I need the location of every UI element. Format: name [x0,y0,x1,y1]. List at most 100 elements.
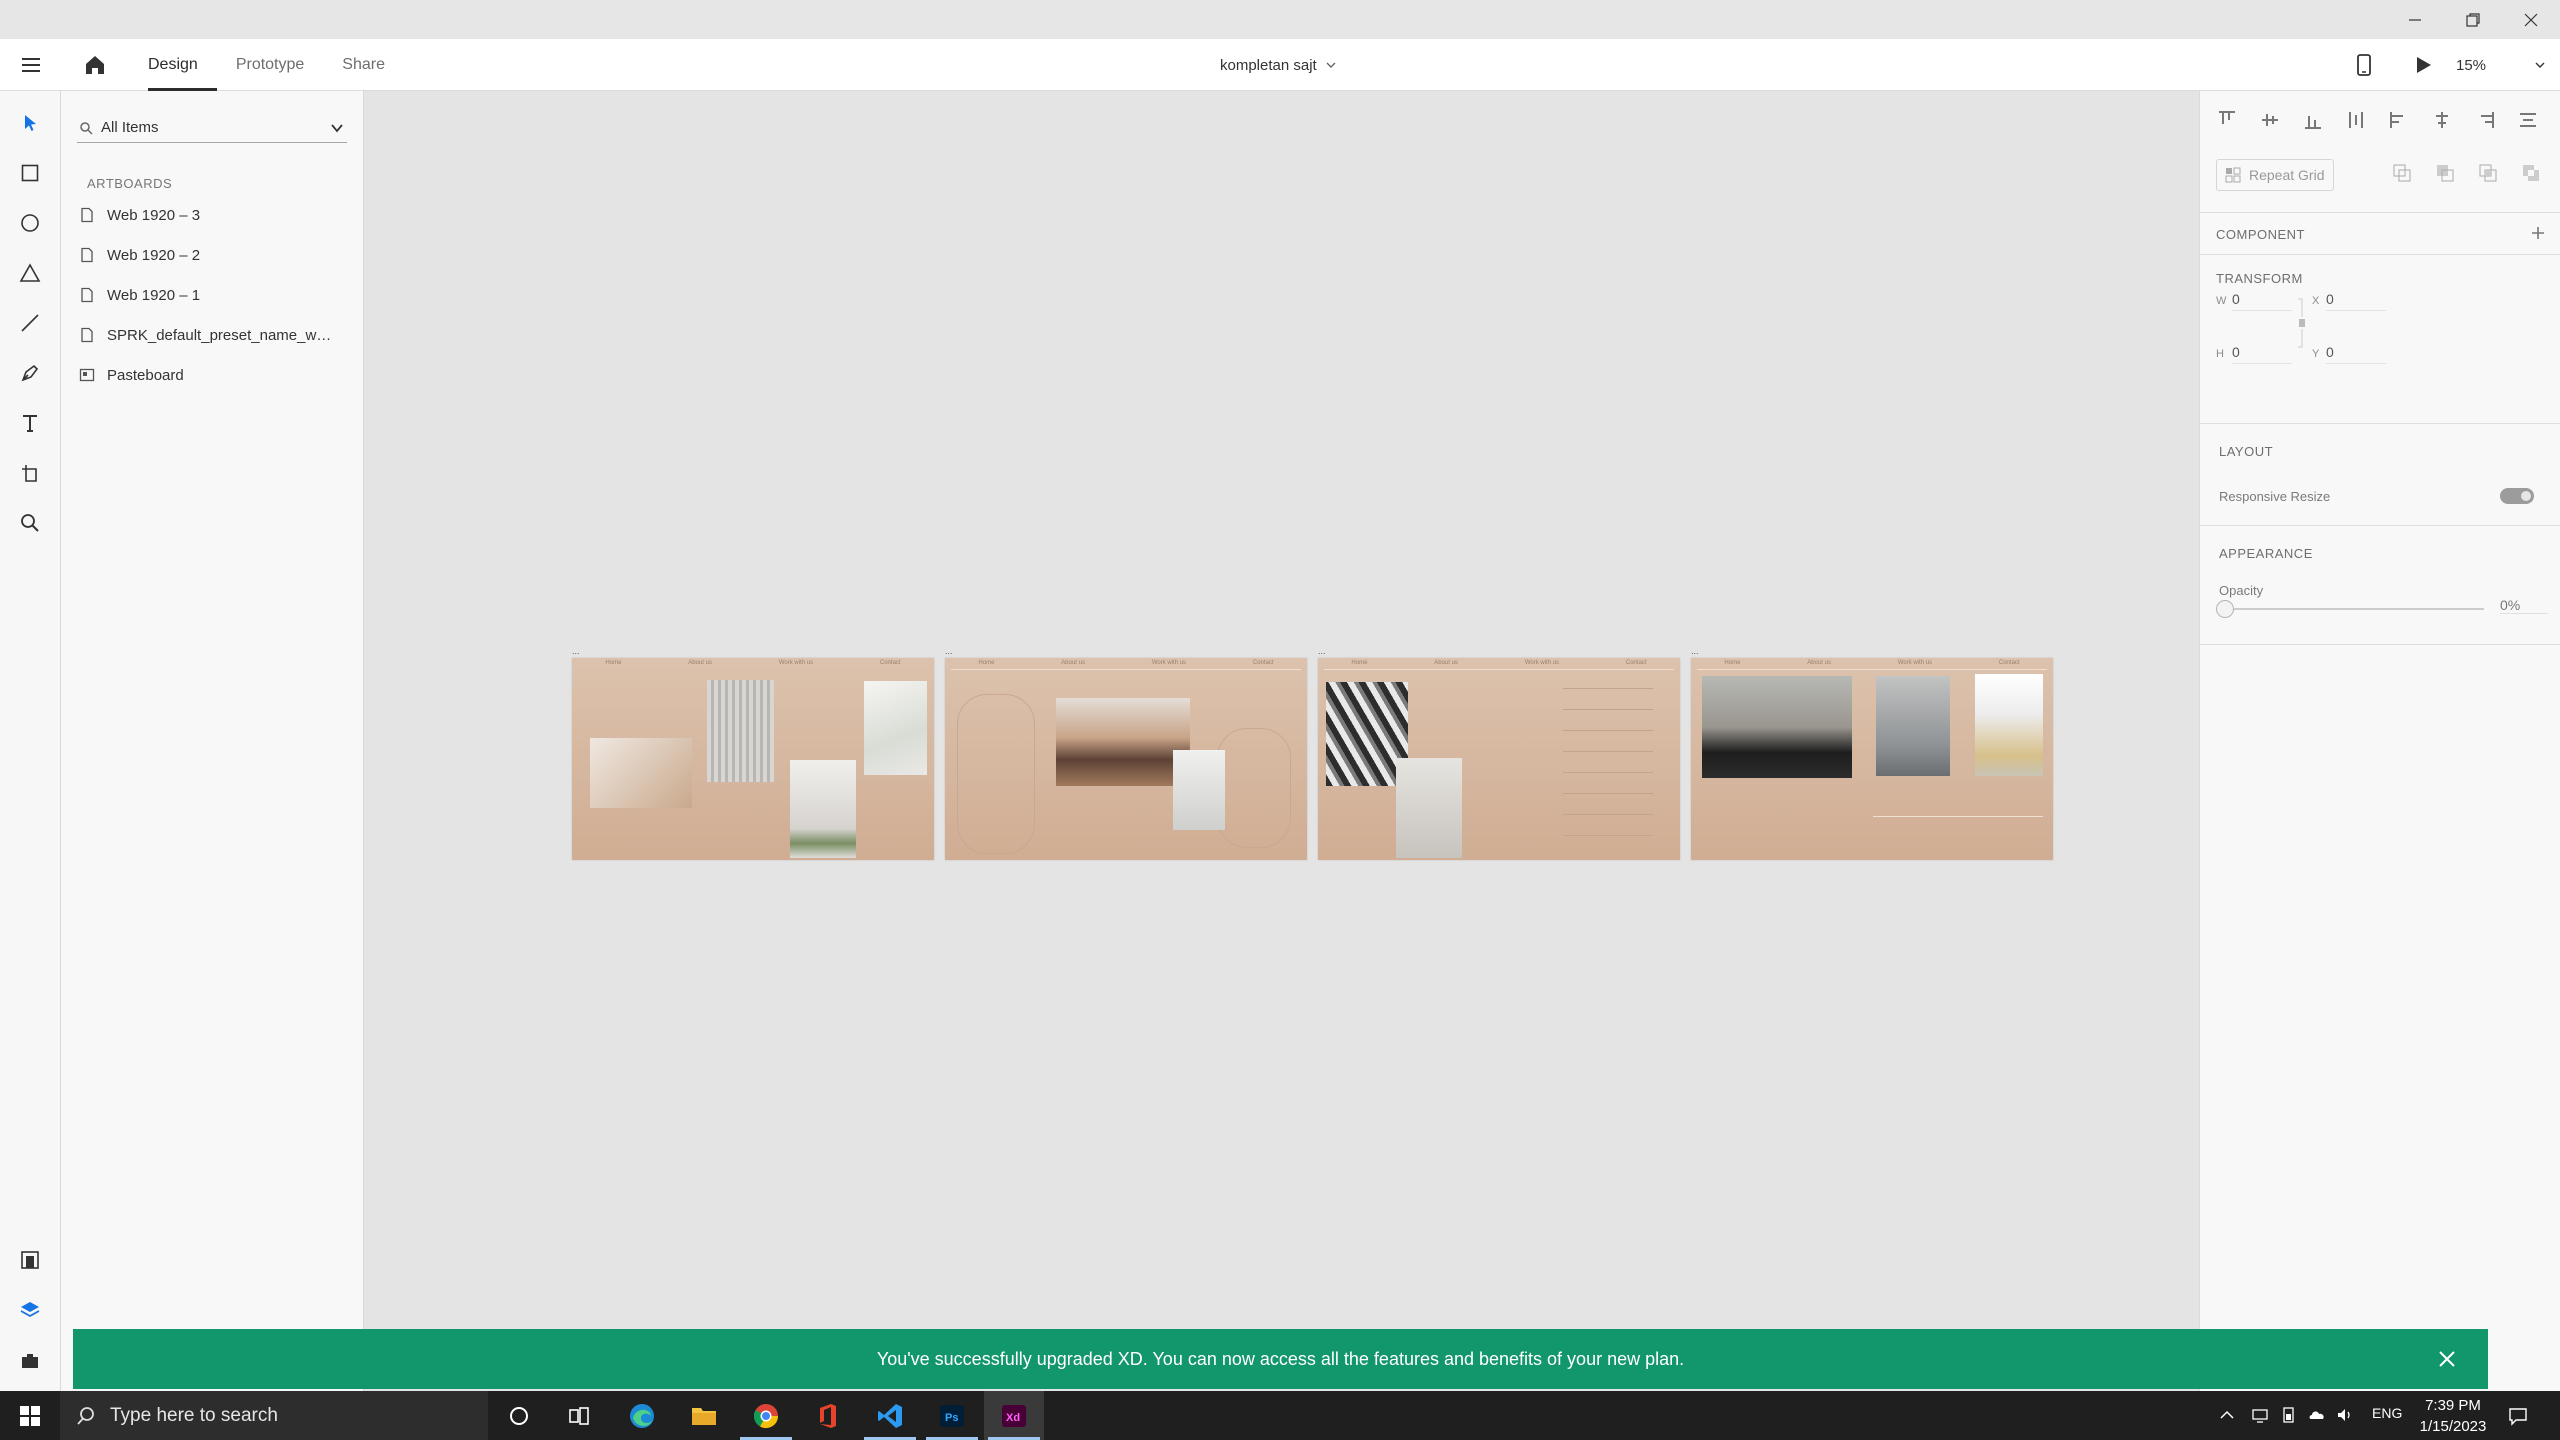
select-icon[interactable] [18,111,42,135]
tab-share[interactable]: Share [342,39,404,91]
layer-item[interactable]: Web 1920 – 3 [79,202,349,228]
artboard[interactable]: ... Home About us Work with us Contact [1691,646,2053,860]
onedrive-icon[interactable] [2308,1406,2326,1424]
width-input[interactable]: 0 [2232,291,2292,311]
svg-text:Xd: Xd [1006,1412,1020,1424]
notification-center-icon[interactable] [2508,1406,2528,1426]
device-preview-icon[interactable] [2355,53,2373,77]
system-clock[interactable]: 7:39 PM 1/15/2023 [2398,1395,2508,1437]
artboard-name: ... [572,646,580,656]
layer-filter-dropdown[interactable]: All Items [77,113,347,143]
search-icon [77,1406,94,1425]
layer-item-label: Pasteboard [107,366,184,384]
repeat-grid-button[interactable]: Repeat Grid [2216,159,2334,191]
align-toolbar [2216,109,2546,133]
battery-icon[interactable] [2280,1406,2298,1424]
polygon-icon[interactable] [18,261,42,285]
home-icon[interactable] [82,52,108,78]
y-input[interactable]: 0 [2326,344,2386,364]
tab-prototype[interactable]: Prototype [236,39,323,91]
layer-item[interactable]: SPRK_default_preset_name_web_... [79,322,349,348]
cortana-icon[interactable] [489,1391,549,1440]
windows-start-icon[interactable] [0,1391,60,1440]
layer-item[interactable]: Web 1920 – 2 [79,242,349,268]
chrome-icon[interactable] [736,1391,796,1440]
photoshop-icon[interactable]: Ps [922,1391,982,1440]
line-icon[interactable] [18,311,42,335]
play-preview-icon[interactable] [2412,54,2434,76]
chevron-down-icon [2535,62,2545,68]
network-icon[interactable] [2251,1406,2269,1424]
add-component-icon[interactable] [2530,225,2546,241]
layer-item[interactable]: Web 1920 – 1 [79,282,349,308]
ellipse-icon[interactable] [18,211,42,235]
artboard-footer-line [1873,816,2043,817]
align-top-icon[interactable] [2216,109,2238,131]
artboard-divider [951,669,1301,670]
file-explorer-icon[interactable] [674,1391,734,1440]
zoom-dropdown[interactable]: 15% [2456,39,2546,91]
layer-item-label: Web 1920 – 3 [107,206,201,224]
artboard[interactable]: ... Home About us Work with us Contact [945,646,1307,860]
align-center-icon[interactable] [2431,109,2453,131]
boolean-intersect-icon[interactable] [2478,163,2498,183]
close-icon[interactable] [2436,1348,2458,1370]
taskbar-search-input[interactable]: Type here to search [60,1391,488,1440]
appearance-title: APPEARANCE [2219,546,2313,561]
text-icon[interactable] [18,411,42,435]
vscode-icon[interactable] [860,1391,920,1440]
align-right-icon[interactable] [2474,109,2496,131]
layers-icon[interactable] [18,1298,42,1322]
zoom-value: 15% [2456,56,2487,74]
opacity-slider[interactable] [2230,608,2484,610]
boolean-subtract-icon[interactable] [2435,163,2455,183]
artboard[interactable]: ... Home About us Work with us Contact [1318,646,1680,860]
volume-icon[interactable] [2336,1406,2354,1424]
layer-item[interactable]: Pasteboard [79,362,349,388]
artboard-nav-item: Work with us [1897,660,1933,666]
artboard[interactable]: ... Home About us Work with us Contact [572,646,934,860]
close-icon[interactable] [2502,0,2560,39]
distribute-vertical-icon[interactable] [2345,109,2367,131]
artboard-divider [1324,669,1674,670]
office-icon[interactable] [798,1391,858,1440]
boolean-exclude-icon[interactable] [2521,163,2541,183]
opacity-slider-handle[interactable] [2216,600,2234,618]
document-title-dropdown[interactable]: kompletan sajt [1220,39,1337,91]
artboard-icon[interactable] [18,461,42,485]
repeat-grid-icon [2225,167,2241,183]
responsive-resize-label: Responsive Resize [2219,489,2331,504]
pen-icon[interactable] [18,361,42,385]
component-section: COMPONENT [2200,212,2560,254]
artboard-image [1975,674,2043,776]
distribute-horizontal-icon[interactable] [2517,109,2539,131]
hamburger-menu-icon[interactable] [20,54,42,76]
zoom-icon[interactable] [18,511,42,535]
notification-message: You've successfully upgraded XD. You can… [876,1348,1685,1369]
restore-icon[interactable] [2444,0,2502,39]
layer-item-label: SPRK_default_preset_name_web_... [107,326,337,344]
tab-design[interactable]: Design [148,39,217,91]
height-input[interactable]: 0 [2232,344,2292,364]
clock-date: 1/15/2023 [2419,1418,2487,1435]
xd-icon[interactable]: Xd [984,1391,1044,1440]
align-middle-icon[interactable] [2259,109,2281,131]
app-header: Design Prototype Share kompletan sajt 15… [0,39,2560,91]
task-view-icon[interactable] [549,1391,609,1440]
design-canvas[interactable]: ... Home About us Work with us Contact .… [364,91,2199,1391]
artboard-icon [81,327,93,343]
rectangle-icon[interactable] [18,161,42,185]
x-input[interactable]: 0 [2326,291,2386,311]
align-bottom-icon[interactable] [2302,109,2324,131]
edge-icon[interactable] [612,1391,672,1440]
boolean-add-icon[interactable] [2392,163,2412,183]
plugins-icon[interactable] [18,1348,42,1372]
opacity-input[interactable]: 0% [2500,597,2548,614]
artboard-nav-item: Contact [1998,660,2020,666]
chevron-up-icon[interactable] [2218,1406,2236,1424]
responsive-resize-toggle[interactable] [2500,488,2534,504]
lock-aspect-icon[interactable] [2296,295,2308,351]
align-left-icon[interactable] [2388,109,2410,131]
minimize-icon[interactable] [2386,0,2444,39]
assets-icon[interactable] [18,1248,42,1272]
